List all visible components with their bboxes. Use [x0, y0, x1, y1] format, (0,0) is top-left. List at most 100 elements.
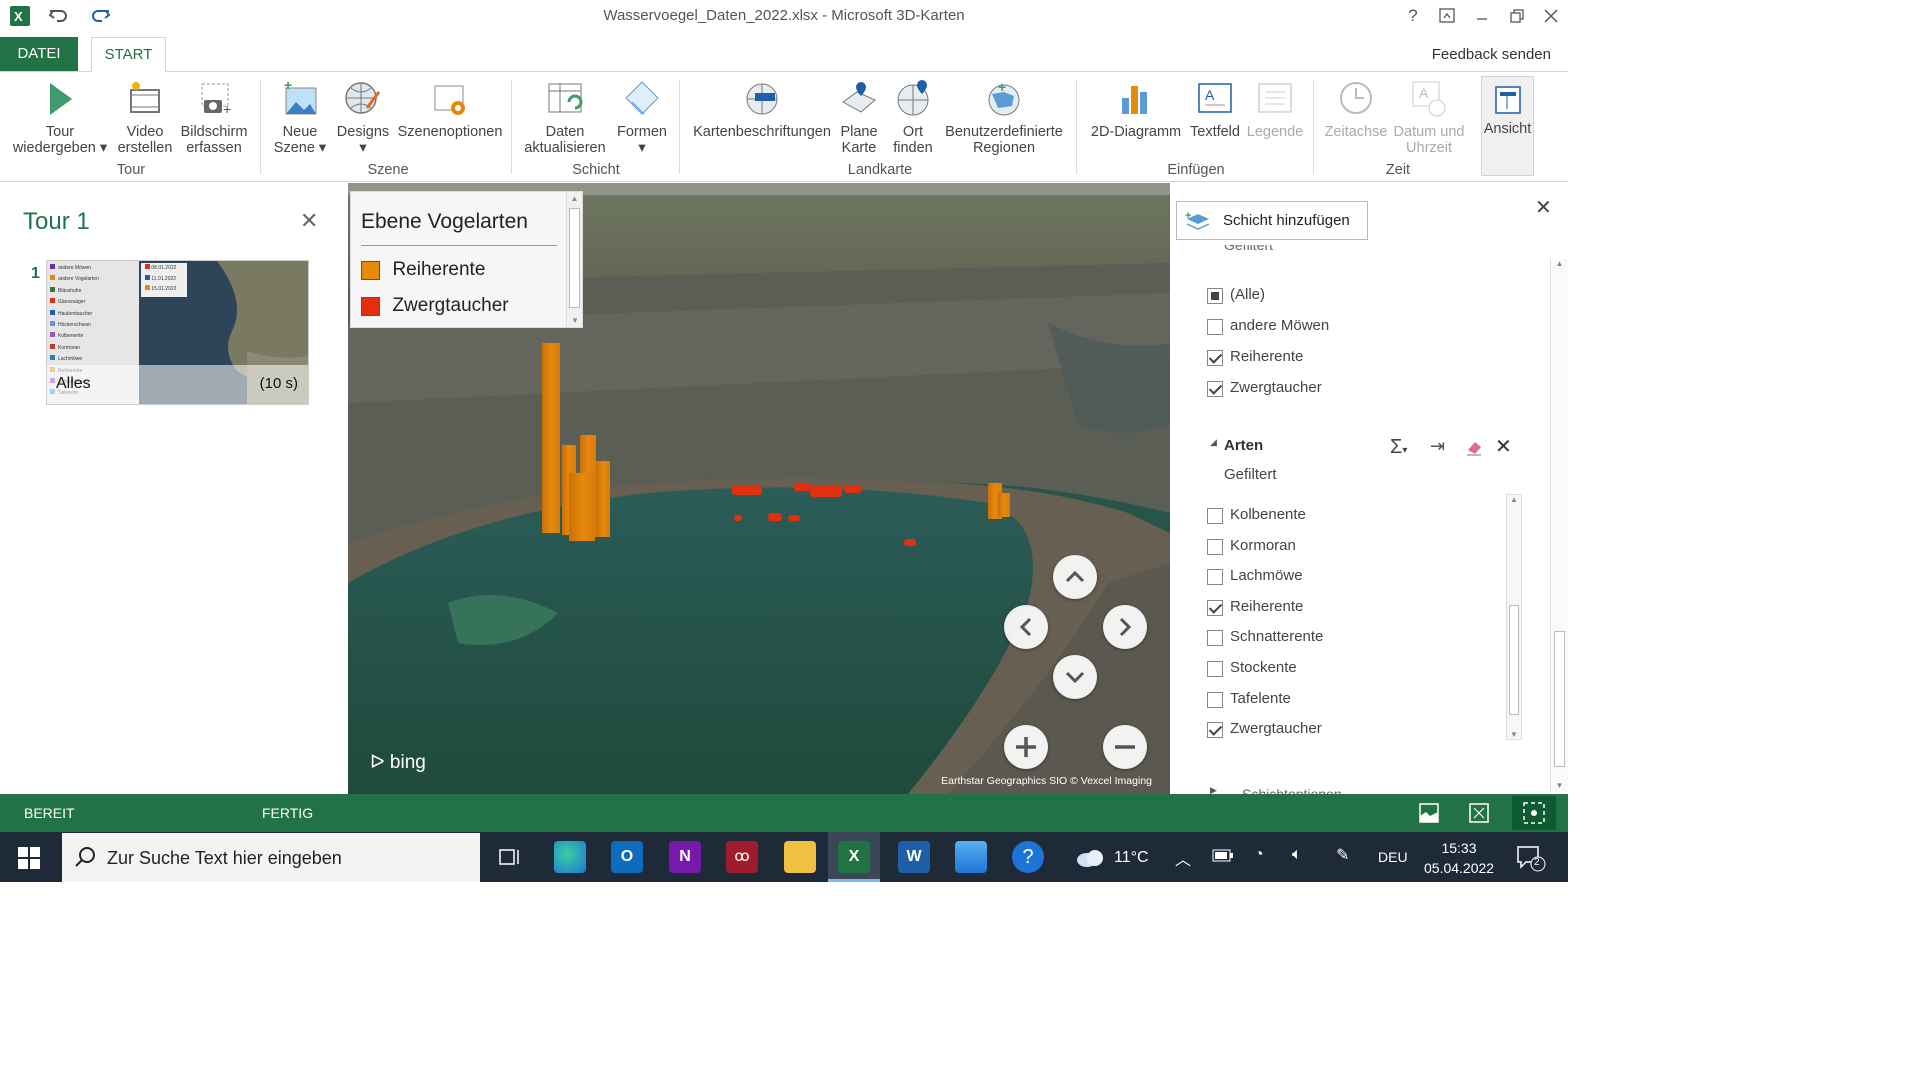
- collapse-arrow-icon[interactable]: ◢: [1210, 437, 1217, 448]
- filter-checkbox[interactable]: [1207, 319, 1223, 335]
- sum-icon[interactable]: Σ▾: [1390, 436, 1407, 459]
- taskbar-search-box[interactable]: Zur Suche Text hier eingeben: [62, 833, 480, 882]
- edge-icon[interactable]: [554, 841, 586, 873]
- create-video-button[interactable]: Video erstellen: [117, 78, 173, 156]
- play-tour-button[interactable]: Tour wiedergeben ▾: [10, 78, 110, 156]
- filter-checkbox[interactable]: [1207, 538, 1223, 555]
- outlook-icon[interactable]: O: [611, 841, 643, 873]
- zoom-in-button[interactable]: [1004, 725, 1048, 769]
- scroll-thumb[interactable]: [1509, 605, 1519, 715]
- refresh-data-button[interactable]: Daten aktualisieren: [521, 78, 609, 156]
- battery-icon[interactable]: [1212, 849, 1234, 868]
- date-time-button[interactable]: A Datum und Uhrzeit: [1390, 78, 1468, 156]
- filter-list-scrollbar[interactable]: ▲ ▼: [1506, 494, 1522, 740]
- volume-icon[interactable]: 🔈︎: [1292, 846, 1302, 864]
- find-location-button[interactable]: Ort finden: [889, 78, 937, 156]
- filter-checkbox-label[interactable]: Kormoran: [1230, 537, 1296, 554]
- normal-view-icon[interactable]: [1418, 802, 1440, 827]
- scroll-up-icon[interactable]: ▲: [1551, 259, 1568, 268]
- chevron-up-icon[interactable]: ︿: [1175, 846, 1191, 870]
- input-language[interactable]: DEU: [1378, 849, 1408, 865]
- tab-datei[interactable]: DATEI: [0, 37, 78, 71]
- cloud-weather-icon[interactable]: [1075, 848, 1105, 873]
- eraser-icon[interactable]: [1465, 438, 1483, 461]
- filter-checkbox-label[interactable]: andere Möwen: [1230, 317, 1329, 334]
- filter-checkbox-label[interactable]: Reiherente: [1230, 348, 1303, 365]
- designs-button[interactable]: Designs ▾: [333, 78, 393, 156]
- scroll-up-icon[interactable]: ▲: [1507, 495, 1521, 504]
- close-window-button[interactable]: [1536, 4, 1566, 28]
- filter-checkbox[interactable]: [1207, 508, 1223, 524]
- filter-checkbox[interactable]: [1207, 722, 1223, 739]
- filter-checkbox[interactable]: [1207, 691, 1223, 708]
- close-pane-icon[interactable]: ✕: [1535, 195, 1552, 220]
- legend-scrollbar[interactable]: ▲ ▼: [566, 192, 582, 327]
- move-to-icon[interactable]: ⇥: [1430, 436, 1445, 457]
- tab-start[interactable]: START: [91, 37, 166, 72]
- add-layer-button[interactable]: + Schicht hinzufügen: [1176, 201, 1368, 240]
- filter-checkbox[interactable]: [1207, 569, 1223, 586]
- weather-temp[interactable]: 11°C: [1114, 849, 1149, 867]
- legend-button[interactable]: Legende: [1245, 78, 1305, 140]
- onenote-icon[interactable]: N: [669, 841, 701, 873]
- scroll-up-icon[interactable]: ▲: [567, 194, 582, 203]
- file-explorer-icon[interactable]: [784, 841, 816, 873]
- shapes-button[interactable]: Formen ▾: [613, 78, 671, 156]
- filter-checkbox-label[interactable]: Zwergtaucher: [1230, 379, 1322, 396]
- word-icon[interactable]: W: [898, 841, 930, 873]
- scroll-thumb[interactable]: [1554, 631, 1565, 767]
- photos-icon[interactable]: [955, 841, 987, 873]
- filter-checkbox-label[interactable]: Schnatterente: [1230, 628, 1323, 645]
- capture-screen-button[interactable]: + Bildschirm erfassen: [178, 78, 250, 156]
- remove-field-icon[interactable]: ✕: [1495, 434, 1512, 459]
- clock[interactable]: 15:33 05.04.2022: [1424, 838, 1494, 878]
- scroll-thumb[interactable]: [569, 208, 580, 308]
- scroll-down-icon[interactable]: ▼: [567, 316, 583, 325]
- scroll-down-icon[interactable]: ▼: [1551, 781, 1568, 790]
- filter-checkbox-label[interactable]: Stockente: [1230, 659, 1297, 676]
- ribbon-display-icon[interactable]: [1432, 4, 1462, 28]
- excel-taskbar-active[interactable]: X: [828, 832, 880, 882]
- restore-button[interactable]: [1502, 4, 1532, 28]
- filter-checkbox[interactable]: [1207, 599, 1223, 616]
- tilt-up-button[interactable]: [1053, 555, 1097, 599]
- filter-checkbox-label[interactable]: Kolbenente: [1230, 506, 1306, 523]
- feedback-link[interactable]: Feedback senden: [1432, 46, 1551, 63]
- map-legend[interactable]: Ebene Vogelarten Reiherente Zwergtaucher…: [350, 191, 583, 328]
- scene-options-button[interactable]: Szenenoptionen: [396, 78, 504, 140]
- timeline-button[interactable]: Zeitachse: [1322, 78, 1390, 140]
- zoom-out-button[interactable]: [1103, 725, 1147, 769]
- get-help-icon[interactable]: ?: [1012, 841, 1044, 873]
- new-scene-button[interactable]: + Neue Szene ▾: [273, 77, 327, 156]
- help-button[interactable]: ?: [1398, 4, 1428, 28]
- close-tour-panel-icon[interactable]: ✕: [300, 208, 318, 234]
- view-button[interactable]: Ansicht: [1481, 76, 1534, 176]
- filter-checkbox-label[interactable]: Reiherente: [1230, 598, 1303, 615]
- filter-checkbox[interactable]: [1207, 630, 1223, 647]
- rotate-right-button[interactable]: [1103, 605, 1147, 649]
- map-labels-button[interactable]: Kartenbeschriftungen: [690, 78, 834, 140]
- filter-checkbox-label[interactable]: (Alle): [1230, 286, 1265, 303]
- filter-checkbox[interactable]: [1207, 288, 1223, 304]
- textbox-button[interactable]: A Textfeld: [1187, 78, 1243, 140]
- filter-checkbox-label[interactable]: Zwergtaucher: [1230, 720, 1322, 737]
- filter-checkbox-label[interactable]: Tafelente: [1230, 690, 1291, 707]
- windows-start-icon[interactable]: [18, 847, 40, 874]
- wifi-icon[interactable]: ◔: [1254, 846, 1264, 864]
- scroll-down-icon[interactable]: ▼: [1507, 730, 1521, 739]
- task-view-icon[interactable]: [498, 846, 522, 873]
- fullscreen-view-icon[interactable]: [1512, 796, 1556, 830]
- fit-view-icon[interactable]: [1468, 802, 1490, 827]
- filter-checkbox[interactable]: [1207, 661, 1223, 677]
- rotate-left-button[interactable]: [1004, 605, 1048, 649]
- chart-2d-button[interactable]: 2D-Diagramm: [1088, 78, 1184, 140]
- flat-map-button[interactable]: Plane Karte: [835, 78, 883, 156]
- tilt-down-button[interactable]: [1053, 655, 1097, 699]
- minimize-button[interactable]: [1467, 4, 1497, 28]
- mendeley-icon[interactable]: ꝏ: [726, 841, 758, 873]
- custom-regions-button[interactable]: + Benutzerdefinierte Regionen: [940, 78, 1068, 156]
- pane-scrollbar[interactable]: ▲ ▼: [1550, 259, 1568, 792]
- pen-icon[interactable]: ✎: [1336, 845, 1349, 865]
- notification-icon[interactable]: 2: [1516, 844, 1546, 877]
- filter-checkbox[interactable]: [1207, 381, 1223, 397]
